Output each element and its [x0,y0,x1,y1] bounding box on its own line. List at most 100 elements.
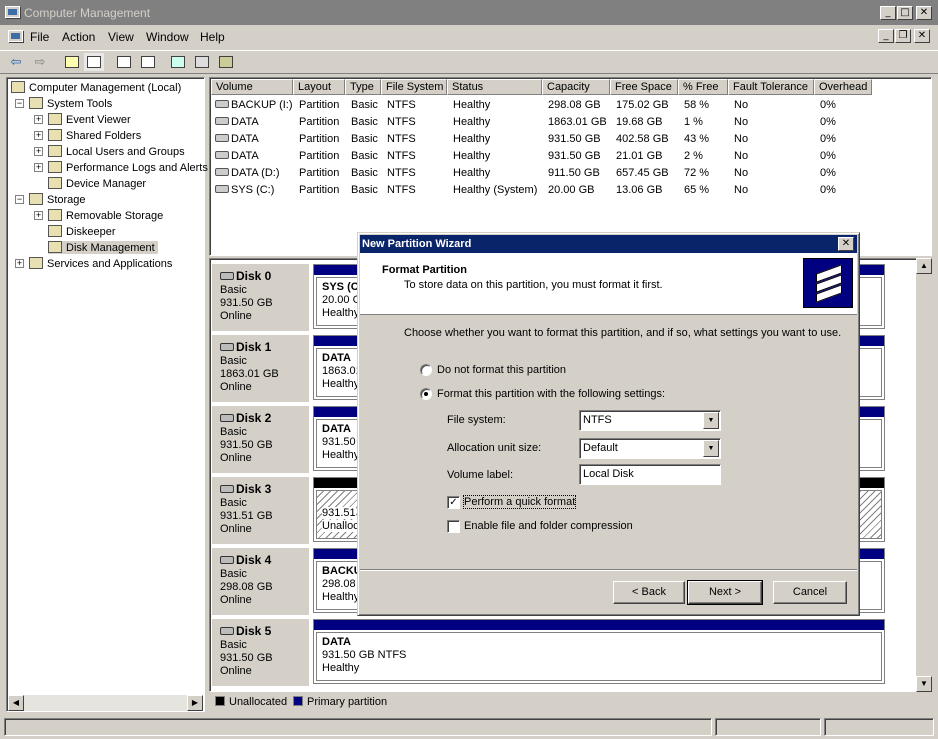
tree-item-removable-storage[interactable]: Removable Storage [48,209,163,222]
volume-cell: No [734,133,749,145]
menu-window[interactable]: Window [146,30,189,44]
tree-item-performance-logs[interactable]: Performance Logs and Alerts [48,161,208,174]
expand-icon[interactable]: + [34,115,43,124]
back-button[interactable]: < Back [613,581,685,604]
volume-row[interactable]: DATA Partition Basic NTFS Healthy 1863.01 GB 1… [210,114,910,131]
collapse-icon[interactable]: − [15,99,24,108]
properties-icon[interactable] [114,53,134,71]
column-header-overhead[interactable]: Overhead [814,79,872,95]
show-tree-icon[interactable] [84,53,104,71]
collapse-icon[interactable]: − [15,195,24,204]
expand-icon[interactable]: + [34,163,43,172]
disk-label[interactable]: Disk 3 Basic 931.51 GB Online [212,477,309,544]
file-system-select[interactable]: NTFS ▼ [579,410,721,431]
menu-action[interactable]: Action [62,30,95,44]
file-system-value: NTFS [583,414,612,426]
menu-view[interactable]: View [108,30,134,44]
window-titlebar[interactable]: Computer Management _ □ ✕ [0,0,938,25]
volume-row[interactable]: BACKUP (I:) Partition Basic NTFS Healthy 298.… [210,97,910,114]
maximize-button[interactable]: □ [897,6,913,20]
tree-hscrollbar[interactable]: ◀ ▶ [8,695,203,711]
tree-item-local-users[interactable]: Local Users and Groups [48,145,185,158]
export-list-icon[interactable] [192,53,212,71]
volume-cell: 0% [820,184,836,196]
cancel-button[interactable]: Cancel [773,581,847,604]
up-folder-icon[interactable] [62,53,82,71]
volume-cell: 0% [820,133,836,145]
column-header-capacity[interactable]: Capacity [542,79,610,95]
tree-item-services[interactable]: Services and Applications [29,257,172,270]
compression-label[interactable]: Enable file and folder compression [464,520,633,532]
column-header-status[interactable]: Status [447,79,542,95]
allocation-unit-select[interactable]: Default ▼ [579,438,721,459]
dialog-titlebar[interactable]: New Partition Wizard ✕ [360,235,857,253]
volume-cell: Basic [351,99,378,111]
volume-cell: Healthy [453,150,491,162]
expand-icon[interactable]: + [34,211,43,220]
compression-checkbox[interactable] [447,520,460,533]
help-icon[interactable] [138,53,158,71]
volume-row[interactable]: SYS (C:) Partition Basic NTFS Healthy (Syste… [210,182,910,199]
tree-item-disk-management[interactable]: Disk Management [48,241,158,254]
disk-label[interactable]: Disk 4 Basic 298.08 GB Online [212,548,309,615]
next-button[interactable]: Next > [687,580,763,605]
radio-no-format[interactable] [420,364,432,376]
minimize-button[interactable]: _ [880,6,896,20]
close-button[interactable]: ✕ [916,6,932,20]
menu-file[interactable]: File [30,30,49,44]
back-arrow-icon[interactable]: ⇦ [6,53,26,71]
dropdown-arrow-icon[interactable]: ▼ [703,412,719,429]
tree-item-device-manager[interactable]: Device Manager [48,177,146,190]
expand-icon[interactable]: + [34,131,43,140]
disk-row[interactable]: Disk 5 Basic 931.50 GB Online DATA 931.50 GB … [210,617,917,686]
radio-no-format-label[interactable]: Do not format this partition [437,364,566,376]
expand-icon[interactable]: + [34,147,43,156]
refresh-icon[interactable] [168,53,188,71]
volume-row[interactable]: DATA (D:) Partition Basic NTFS Healthy 911.50… [210,165,910,182]
radio-format[interactable] [420,388,432,400]
expand-icon[interactable]: + [15,259,24,268]
column-header-volume[interactable]: Volume [211,79,293,95]
dialog-close-button[interactable]: ✕ [838,237,854,251]
menu-help[interactable]: Help [200,30,225,44]
tree-item-diskeeper[interactable]: Diskeeper [48,225,116,238]
volume-label-input[interactable]: Local Disk [579,464,721,485]
disk-label[interactable]: Disk 0 Basic 931.50 GB Online [212,264,309,331]
volume-row[interactable]: DATA Partition Basic NTFS Healthy 931.50 GB 21… [210,148,910,165]
mmc-console-icon[interactable] [8,30,23,42]
quick-format-checkbox[interactable]: ✓ [447,496,460,509]
partition-block[interactable]: DATA 931.50 GB NTFS Healthy [313,619,885,684]
tree-item-event-viewer[interactable]: Event Viewer [48,113,131,126]
scroll-up-icon[interactable]: ▲ [916,258,932,274]
event-viewer-icon [48,113,62,125]
child-restore-button[interactable]: ❐ [895,29,911,43]
status-pane-2 [715,718,821,736]
volume-cell: 1863.01 GB [548,116,607,128]
column-header-layout[interactable]: Layout [293,79,345,95]
column-header-type[interactable]: Type [345,79,381,95]
tree-item-storage[interactable]: Storage [29,193,86,206]
column-header-filesystem[interactable]: File System [381,79,447,95]
radio-format-label[interactable]: Format this partition with the following… [437,388,665,400]
quick-format-label[interactable]: Perform a quick format [462,495,577,509]
child-minimize-button[interactable]: _ [878,29,894,43]
dropdown-arrow-icon[interactable]: ▼ [703,440,719,457]
scroll-right-icon[interactable]: ▶ [187,695,203,711]
disk-label[interactable]: Disk 5 Basic 931.50 GB Online [212,619,309,686]
disk-vscrollbar[interactable]: ▲ ▼ [916,258,932,692]
tree-item-shared-folders[interactable]: Shared Folders [48,129,141,142]
disk-label[interactable]: Disk 2 Basic 931.50 GB Online [212,406,309,473]
scroll-left-icon[interactable]: ◀ [8,695,24,711]
scroll-down-icon[interactable]: ▼ [916,676,932,692]
volume-cell: 19.68 GB [616,116,663,128]
column-header-percent-free[interactable]: % Free [678,79,728,95]
column-header-fault-tolerance[interactable]: Fault Tolerance [728,79,814,95]
forward-arrow-icon[interactable]: ⇨ [30,53,50,71]
tree-item-system-tools[interactable]: System Tools [29,97,112,110]
disk-label[interactable]: Disk 1 Basic 1863.01 GB Online [212,335,309,402]
tree-item-root[interactable]: Computer Management (Local) [11,81,181,94]
volume-row[interactable]: DATA Partition Basic NTFS Healthy 931.50 GB 40… [210,131,910,148]
settings-icon[interactable] [216,53,236,71]
child-close-button[interactable]: ✕ [914,29,930,43]
column-header-free-space[interactable]: Free Space [610,79,678,95]
